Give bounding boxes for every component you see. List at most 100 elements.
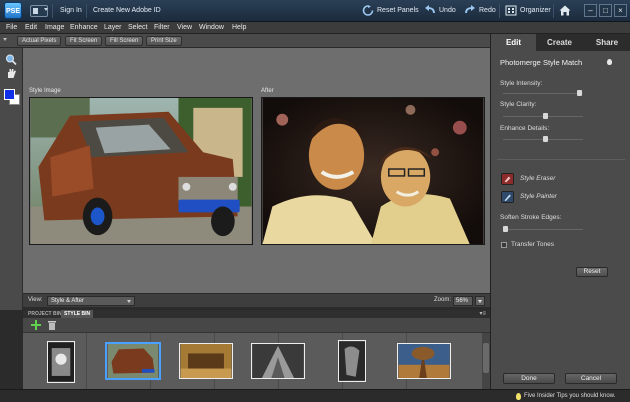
- enhance-details-slider[interactable]: [503, 136, 583, 142]
- transfer-tones-checkbox[interactable]: [501, 242, 507, 248]
- bin-toolbar: [23, 318, 490, 332]
- minimize-button[interactable]: –: [584, 4, 597, 17]
- divider: [86, 4, 87, 18]
- right-panel: Edit Create Share Photomerge Style Match…: [490, 34, 630, 389]
- style-eraser-label[interactable]: Style Eraser: [520, 175, 555, 182]
- menu-select[interactable]: Select: [128, 22, 147, 34]
- tip-bulb-icon[interactable]: [607, 59, 612, 65]
- fill-screen-button[interactable]: Fill Screen: [105, 36, 144, 46]
- reset-button[interactable]: Reset: [576, 267, 608, 277]
- sign-in-link[interactable]: Sign In: [60, 5, 82, 17]
- style-thumbnail-cell[interactable]: [151, 333, 233, 390]
- add-style-icon[interactable]: [31, 320, 41, 330]
- foreground-color-swatch[interactable]: [4, 89, 15, 100]
- print-size-button[interactable]: Print Size: [146, 36, 182, 46]
- view-bar: View: Style & After Zoom: 56%: [23, 293, 490, 307]
- redo-button[interactable]: Redo: [479, 5, 496, 17]
- style-intensity-knob[interactable]: [576, 90, 582, 96]
- reset-panels-icon[interactable]: [362, 5, 374, 16]
- lightbulb-icon: [516, 393, 521, 400]
- tab-project-bin[interactable]: PROJECT BIN: [25, 310, 65, 318]
- style-painter-icon[interactable]: [501, 191, 514, 203]
- chevron-down-icon[interactable]: [3, 38, 7, 41]
- style-intensity-label: Style Intensity:: [500, 80, 543, 87]
- style-bin: [23, 332, 490, 390]
- enhance-details-knob[interactable]: [542, 136, 548, 142]
- menu-bar: File Edit Image Enhance Layer Select Fil…: [0, 22, 630, 34]
- zoom-dropdown-button[interactable]: [475, 296, 485, 306]
- view-select[interactable]: Style & After: [47, 296, 135, 306]
- done-button[interactable]: Done: [503, 373, 555, 384]
- tab-edit[interactable]: Edit: [491, 34, 536, 51]
- style-clarity-label: Style Clarity:: [500, 101, 537, 108]
- style-thumbnail-cell[interactable]: [87, 333, 161, 390]
- style-intensity-slider[interactable]: [503, 90, 583, 96]
- soften-stroke-edges-label: Soften Stroke Edges:: [500, 214, 562, 221]
- soften-stroke-edges-slider[interactable]: [503, 226, 583, 232]
- insider-tips-link[interactable]: Five Insider Tips you should know.: [524, 393, 615, 399]
- workspace-mode-button[interactable]: [30, 5, 48, 17]
- style-clarity-slider[interactable]: [503, 113, 583, 119]
- fit-screen-button[interactable]: Fit Screen: [65, 36, 103, 46]
- menu-filter[interactable]: Filter: [154, 22, 170, 34]
- cancel-button[interactable]: Cancel: [565, 373, 617, 384]
- panel-tabs: Edit Create Share: [491, 34, 630, 51]
- soften-stroke-edges-knob[interactable]: [503, 226, 508, 232]
- menu-edit[interactable]: Edit: [25, 22, 37, 34]
- undo-button[interactable]: Undo: [439, 5, 456, 17]
- maximize-button[interactable]: □: [599, 4, 612, 17]
- style-image-label: Style Image: [29, 88, 61, 94]
- title-bar: PSE Sign In Create New Adobe ID Reset Pa…: [0, 0, 630, 22]
- transfer-tones-label[interactable]: Transfer Tones: [511, 241, 554, 248]
- close-button[interactable]: ×: [614, 4, 627, 17]
- home-icon[interactable]: [559, 5, 571, 16]
- organizer-icon[interactable]: [505, 5, 517, 16]
- style-thumbnail-cell[interactable]: [343, 333, 451, 390]
- zoom-label: Zoom:: [434, 297, 452, 303]
- style-thumbnail-cell[interactable]: [279, 333, 366, 390]
- trash-icon[interactable]: [48, 320, 56, 330]
- style-thumbnail-cell[interactable]: [215, 333, 305, 390]
- divider: [497, 159, 625, 160]
- style-painter-label[interactable]: Style Painter: [520, 193, 557, 200]
- tab-style-bin[interactable]: STYLE BIN: [61, 310, 94, 318]
- menu-file[interactable]: File: [6, 22, 17, 34]
- style-thumbnail[interactable]: [397, 343, 451, 379]
- style-eraser-icon[interactable]: [501, 173, 514, 185]
- app-logo: PSE: [4, 2, 22, 19]
- undo-icon[interactable]: [424, 5, 436, 16]
- zoom-input[interactable]: 56%: [453, 296, 473, 306]
- style-thumbnail-cell[interactable]: [23, 333, 87, 390]
- menu-layer[interactable]: Layer: [104, 22, 122, 34]
- view-label: View:: [28, 297, 43, 303]
- menu-window[interactable]: Window: [199, 22, 224, 34]
- divider: [499, 4, 500, 18]
- menu-image[interactable]: Image: [45, 22, 64, 34]
- create-adobe-id-link[interactable]: Create New Adobe ID: [93, 5, 161, 17]
- bin-tabs: PROJECT BIN STYLE BIN ▾≡: [23, 310, 490, 318]
- tab-share[interactable]: Share: [583, 34, 630, 51]
- menu-view[interactable]: View: [177, 22, 192, 34]
- organizer-button[interactable]: Organizer: [520, 5, 551, 17]
- style-clarity-knob[interactable]: [542, 113, 548, 119]
- tab-create[interactable]: Create: [536, 34, 583, 51]
- menu-help[interactable]: Help: [232, 22, 246, 34]
- reset-panels-button[interactable]: Reset Panels: [377, 5, 419, 17]
- after-label: After: [261, 88, 274, 94]
- toolbox: [0, 48, 23, 310]
- divider: [553, 4, 554, 18]
- zoom-tool-icon[interactable]: [5, 54, 18, 65]
- bin-menu-icon[interactable]: ▾≡: [479, 310, 486, 317]
- after-image-photo[interactable]: [261, 97, 485, 245]
- actual-pixels-button[interactable]: Actual Pixels: [17, 36, 62, 46]
- style-image-photo[interactable]: [29, 97, 253, 245]
- chevron-down-icon[interactable]: [44, 8, 48, 11]
- menu-enhance[interactable]: Enhance: [70, 22, 98, 34]
- panel-title: Photomerge Style Match: [500, 58, 583, 67]
- style-thumbnail[interactable]: [47, 341, 75, 383]
- tool-options-bar: Actual Pixels Fit Screen Fill Screen Pri…: [0, 34, 490, 48]
- hand-tool-icon[interactable]: [5, 68, 18, 79]
- bin-scrollbar[interactable]: [482, 333, 490, 390]
- redo-icon[interactable]: [464, 5, 476, 16]
- divider: [52, 4, 53, 18]
